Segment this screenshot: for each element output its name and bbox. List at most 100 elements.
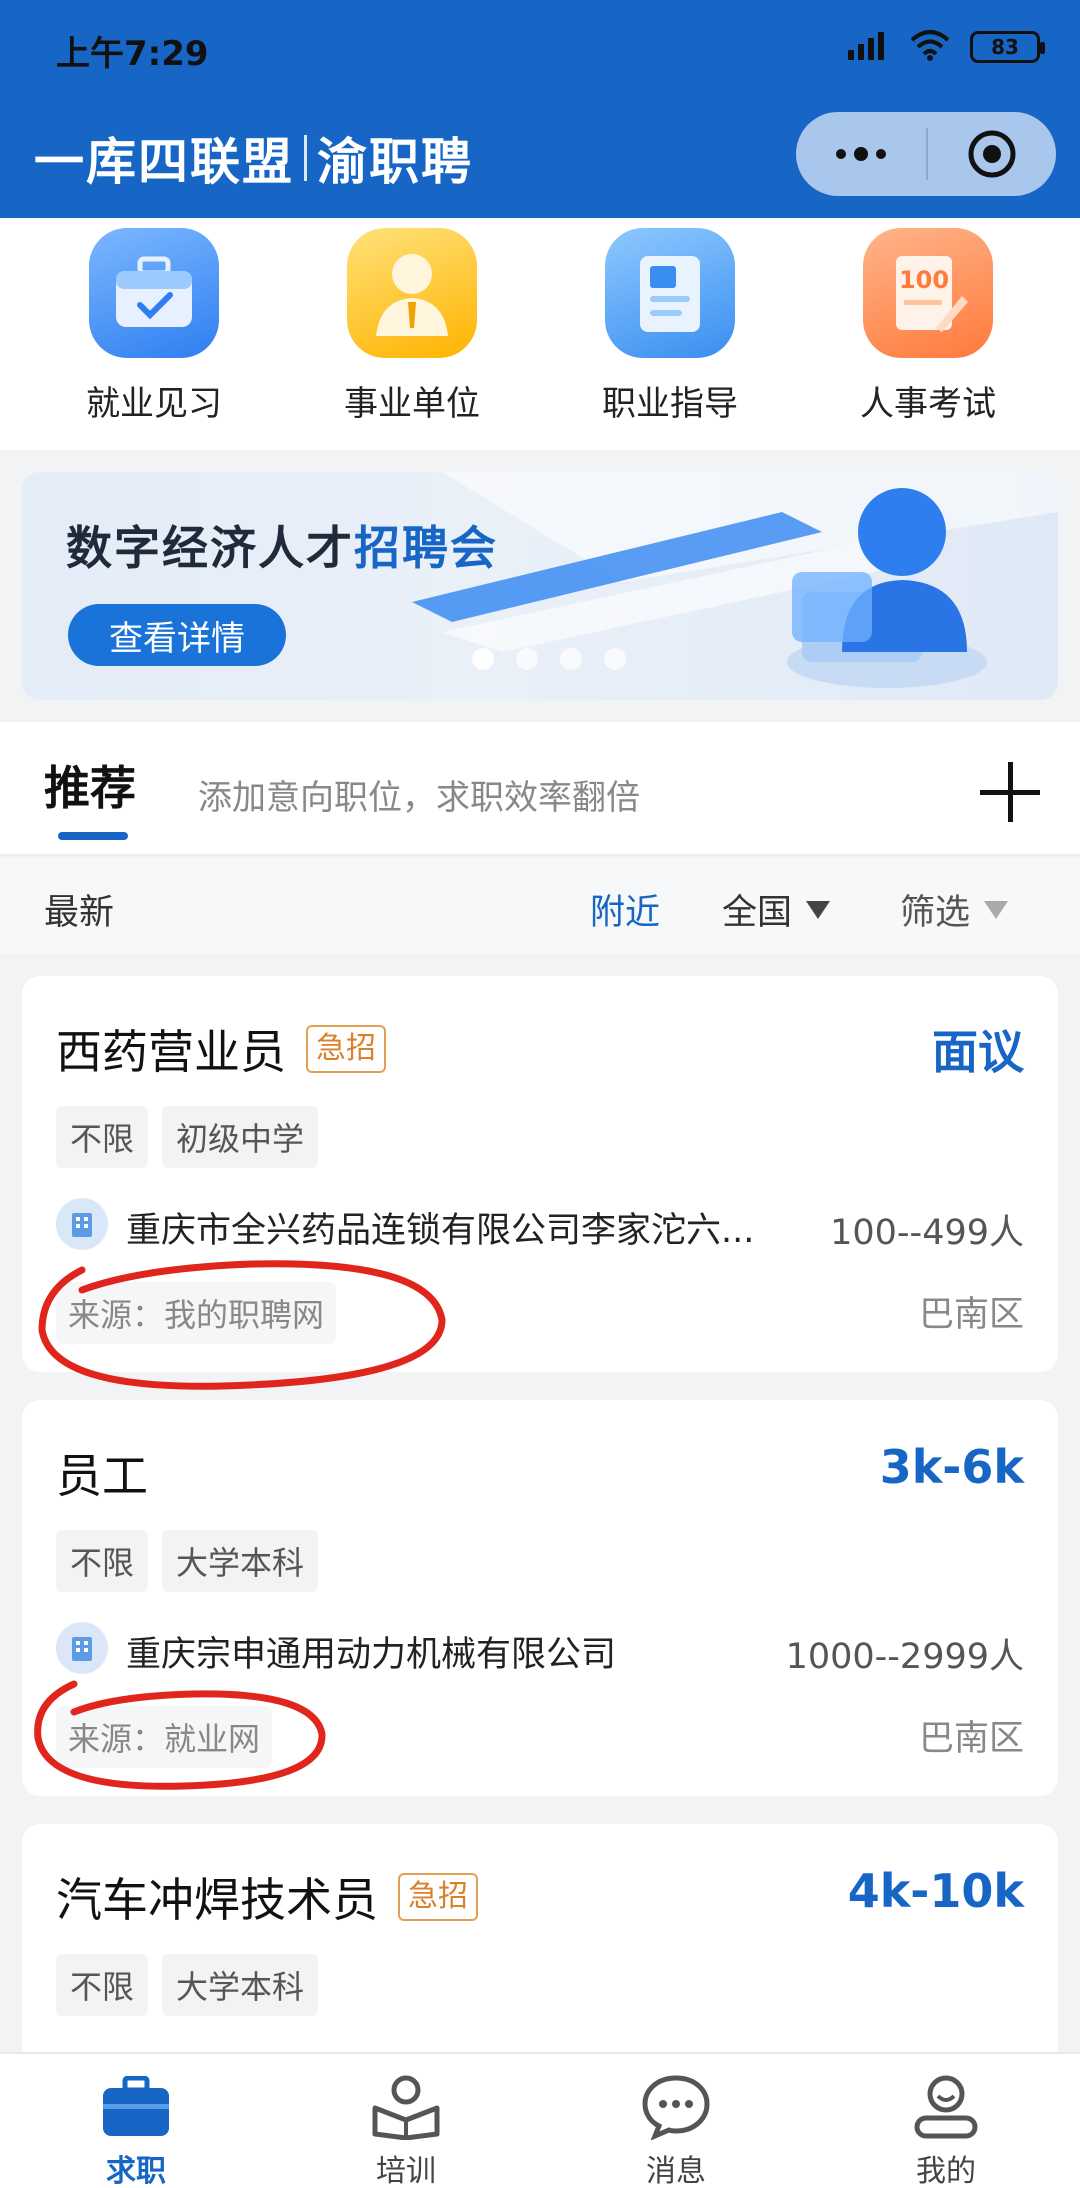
more-dots-icon xyxy=(836,147,886,161)
quick-entry-internship[interactable]: 就业见习 xyxy=(54,228,254,425)
promo-banner[interactable]: 数字经济人才招聘会 查看详情 xyxy=(22,472,1058,700)
banner-dot[interactable] xyxy=(560,648,582,670)
status-icons: 83 xyxy=(846,28,1045,66)
target-close-icon xyxy=(968,130,1016,178)
job-salary: 4k-10k xyxy=(847,1864,1024,1918)
profile-icon xyxy=(909,2072,983,2142)
more-button[interactable] xyxy=(796,112,926,196)
tab-recommend[interactable]: 推荐 xyxy=(44,752,136,818)
nav-label: 消息 xyxy=(646,2154,706,2188)
job-salary: 3k-6k xyxy=(879,1440,1024,1494)
book-icon xyxy=(605,228,735,358)
building-icon xyxy=(56,1622,108,1674)
banner-details-button[interactable]: 查看详情 xyxy=(68,604,286,666)
job-title: 西药营业员 xyxy=(56,1025,286,1079)
job-title: 汽车冲焊技术员 xyxy=(56,1873,378,1927)
job-source: 来源：我的职聘网 xyxy=(56,1282,337,1344)
banner-title-prefix: 数字经济人才 xyxy=(66,521,354,575)
filter-country-dropdown[interactable]: 全国 xyxy=(722,884,831,935)
company-name: 重庆市全兴药品连锁有限公司李家沱六... xyxy=(126,1211,755,1251)
nav-label: 我的 xyxy=(916,2154,976,2188)
job-tag: 大学本科 xyxy=(162,1530,319,1592)
app-title-right: 渝职聘 xyxy=(317,133,473,191)
urgent-badge: 急招 xyxy=(398,1873,478,1921)
banner-title: 数字经济人才招聘会 xyxy=(66,512,498,578)
urgent-badge: 急招 xyxy=(306,1025,386,1073)
filter-screen-label: 筛选 xyxy=(900,893,971,933)
svg-text:100: 100 xyxy=(899,266,949,294)
job-title-row: 西药营业员 急招 xyxy=(56,1016,386,1082)
app-header: 上午7:29 83 一库四联盟 渝职聘 xyxy=(0,0,1080,218)
banner-dot[interactable] xyxy=(604,648,626,670)
nav-label: 求职 xyxy=(106,2154,166,2188)
nav-label: 培训 xyxy=(376,2154,436,2188)
nav-job-search[interactable]: 求职 xyxy=(36,2072,236,2188)
job-title-row: 员工 xyxy=(56,1440,148,1506)
job-tag: 不限 xyxy=(56,1954,149,2016)
banner-pagination xyxy=(472,648,626,670)
exam-paper-icon: 100 xyxy=(863,228,993,358)
person-icon xyxy=(347,228,477,358)
nav-messages[interactable]: 消息 xyxy=(576,2072,776,2188)
job-card[interactable]: 员工 3k-6k 不限 大学本科 重庆宗申通用动力机械有限公司 1000--29… xyxy=(22,1400,1058,1796)
briefcase-icon xyxy=(89,228,219,358)
title-divider xyxy=(304,135,307,181)
nav-training[interactable]: 培训 xyxy=(306,2072,506,2188)
wifi-icon xyxy=(908,28,952,66)
dropdown-arrow-icon xyxy=(806,900,831,919)
company-name: 重庆宗申通用动力机械有限公司 xyxy=(126,1635,617,1675)
mini-program-capsule xyxy=(796,112,1056,196)
quick-entry-label: 人事考试 xyxy=(860,384,996,424)
briefcase-icon xyxy=(99,2072,173,2142)
quick-entry-grid: 就业见习 事业单位 职业指导 100 人事考试 xyxy=(0,218,1080,450)
filter-bar: 最新 附近 全国 筛选 xyxy=(0,858,1080,954)
job-tag: 初级中学 xyxy=(162,1106,319,1168)
quick-entry-career-guidance[interactable]: 职业指导 xyxy=(570,228,770,425)
quick-entry-personnel-exam[interactable]: 100 人事考试 xyxy=(828,228,1028,425)
filter-latest[interactable]: 最新 xyxy=(44,884,114,935)
filter-nearby[interactable]: 附近 xyxy=(590,884,660,935)
filter-screen-dropdown[interactable]: 筛选 xyxy=(900,884,1009,935)
job-card[interactable]: 汽车冲焊技术员 急招 4k-10k 不限 大学本科 xyxy=(22,1824,1058,2064)
add-intent-hint[interactable]: 添加意向职位，求职效率翻倍 xyxy=(198,770,640,819)
company-size: 1000--2999人 xyxy=(785,1637,1024,1677)
job-source: 来源：就业网 xyxy=(56,1706,273,1768)
app-title-left: 一库四联盟 xyxy=(34,133,294,191)
job-tags: 不限 大学本科 xyxy=(56,1530,319,1592)
dropdown-arrow-icon xyxy=(984,900,1009,919)
job-tag: 不限 xyxy=(56,1106,149,1168)
job-tags: 不限 大学本科 xyxy=(56,1954,319,2016)
signal-icon xyxy=(846,28,890,66)
quick-entry-label: 就业见习 xyxy=(86,384,222,424)
quick-entry-public-institution[interactable]: 事业单位 xyxy=(312,228,512,425)
building-icon xyxy=(56,1198,108,1250)
job-tag: 不限 xyxy=(56,1530,149,1592)
training-icon xyxy=(369,2072,443,2142)
message-icon xyxy=(639,2072,713,2142)
company-row: 重庆市全兴药品连锁有限公司李家沱六... 100--499人 xyxy=(56,1198,1024,1253)
job-tag: 大学本科 xyxy=(162,1954,319,2016)
company-size: 100--499人 xyxy=(830,1213,1024,1253)
tab-active-indicator xyxy=(58,832,128,840)
close-button[interactable] xyxy=(928,112,1056,196)
banner-dot[interactable] xyxy=(472,648,494,670)
filter-country-label: 全国 xyxy=(722,893,793,933)
nav-profile[interactable]: 我的 xyxy=(846,2072,1046,2188)
job-card[interactable]: 西药营业员 急招 面议 不限 初级中学 重庆市全兴药品连锁有限公司李家沱六...… xyxy=(22,976,1058,1372)
job-salary: 面议 xyxy=(932,1025,1024,1079)
quick-entry-label: 职业指导 xyxy=(602,384,738,424)
status-time: 上午7:29 xyxy=(56,34,209,74)
job-tags: 不限 初级中学 xyxy=(56,1106,319,1168)
banner-dot[interactable] xyxy=(516,648,538,670)
status-bar: 上午7:29 83 xyxy=(0,0,1080,100)
job-title-row: 汽车冲焊技术员 急招 xyxy=(56,1864,478,1930)
banner-title-highlight: 招聘会 xyxy=(354,521,498,575)
battery-icon: 83 xyxy=(970,31,1045,63)
job-district: 巴南区 xyxy=(918,1295,1024,1335)
company-row: 重庆宗申通用动力机械有限公司 1000--2999人 xyxy=(56,1622,1024,1677)
bottom-navigation: 求职 培训 消息 我的 xyxy=(0,2052,1080,2188)
recommend-tabs: 推荐 添加意向职位，求职效率翻倍 xyxy=(0,722,1080,856)
add-intent-button[interactable] xyxy=(980,762,1040,822)
job-title: 员工 xyxy=(56,1449,148,1503)
quick-entry-label: 事业单位 xyxy=(344,384,480,424)
